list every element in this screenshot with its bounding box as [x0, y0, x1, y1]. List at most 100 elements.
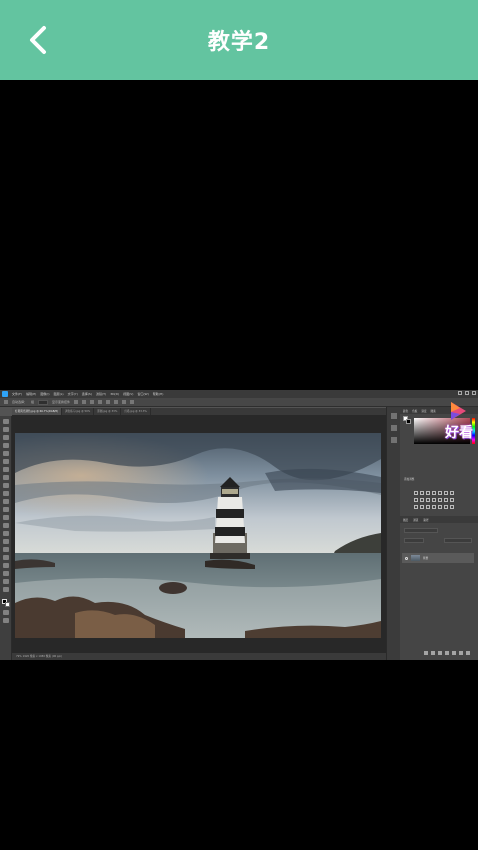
- align-middle-icon: [106, 400, 111, 404]
- ps-canvas-area: [12, 415, 386, 653]
- ps-menu-item: 图层(L): [53, 392, 64, 396]
- app-screen: 教学2 文件(F) 编辑(E) 图像(I) 图层(L) 文字(Y) 选择(S) …: [0, 0, 478, 850]
- brightness-icon: [414, 491, 418, 495]
- 3d-mode-icon: [130, 400, 135, 404]
- black-white-icon: [426, 498, 430, 502]
- adjustment-layer-icon: [445, 651, 449, 655]
- panel-tab: 图层: [403, 518, 409, 522]
- align-top-icon: [98, 400, 103, 404]
- type-tool-icon: [2, 547, 9, 552]
- zoom-tool-icon: [2, 579, 9, 584]
- hue-saturation-icon: [414, 498, 418, 502]
- lighthouse-seascape-image: [15, 433, 381, 638]
- ps-menu-item: 编辑(E): [26, 392, 37, 396]
- page-title: 教学2: [207, 30, 271, 55]
- levels-icon: [420, 491, 424, 495]
- adjustment-icons: [414, 491, 458, 509]
- trash-icon: [466, 651, 470, 655]
- play-logo-icon: [451, 402, 466, 420]
- align-right-icon: [90, 400, 95, 404]
- ps-menu-item: 视图(V): [123, 392, 134, 396]
- ps-status-bar: 79% 1920 像素 x 1080 像素 (96 ppi): [12, 653, 386, 660]
- ps-doc-tab: 灯塔.jpg @ 33.3%: [121, 408, 151, 415]
- brush-tool-icon: [2, 483, 9, 488]
- align-center-icon: [82, 400, 87, 404]
- layer-thumbnail: [411, 555, 420, 561]
- ps-doc-tab: 灯塔风光调色.jpg @ 66.7%(RGB/8): [12, 408, 63, 415]
- minimize-icon: [458, 391, 462, 395]
- eyedropper-tool-icon: [2, 467, 9, 472]
- auto-select-label: 自动选择：: [12, 400, 28, 404]
- maximize-icon: [465, 391, 469, 395]
- curves-icon: [426, 491, 430, 495]
- posterize-icon: [450, 498, 454, 502]
- pen-tool-icon: [2, 539, 9, 544]
- marquee-tool-icon: [2, 427, 9, 432]
- close-icon: [472, 391, 476, 395]
- layers-panel-tabs: 图层 通道 路径: [400, 516, 478, 523]
- screen-mode-icon: [2, 618, 9, 623]
- window-controls: [458, 391, 476, 395]
- layer-actions: [424, 651, 470, 655]
- link-icon: [424, 651, 428, 655]
- ps-doc-tab: 调色练习.jpg @ 50%: [62, 408, 95, 415]
- ps-tools-panel: [0, 416, 12, 660]
- clone-stamp-tool-icon: [2, 491, 9, 496]
- threshold-icon: [414, 505, 418, 509]
- eye-icon: [405, 556, 408, 560]
- exposure-icon: [432, 491, 436, 495]
- quick-select-tool-icon: [2, 443, 9, 448]
- history-brush-tool-icon: [2, 499, 9, 504]
- shadows-icon: [426, 505, 430, 509]
- distribute-icon: [122, 400, 127, 404]
- ps-document-tabs: 灯塔风光调色.jpg @ 66.7%(RGB/8) 调色练习.jpg @ 50%…: [12, 408, 386, 415]
- path-select-tool-icon: [2, 555, 9, 560]
- pattern-icon: [438, 505, 442, 509]
- background-color-swatch: [4, 602, 10, 607]
- hand-tool-icon: [2, 571, 9, 576]
- layer-row: 背景: [402, 553, 474, 563]
- haokan-watermark: 好看: [442, 400, 476, 446]
- panel-tab: 渐变: [421, 409, 427, 413]
- more-tools-icon: [2, 587, 9, 592]
- new-layer-icon: [459, 651, 463, 655]
- ps-menu-item: 窗口(W): [137, 392, 149, 396]
- auto-select-value: 组: [31, 400, 35, 404]
- move-tool-icon: [2, 419, 9, 424]
- ps-collapsed-panels: [386, 407, 400, 660]
- watermark-text: 好看: [445, 425, 473, 441]
- opacity-control: [444, 538, 472, 543]
- lasso-tool-icon: [2, 435, 9, 440]
- fx-icon: [431, 651, 435, 655]
- ps-menu-item: 选择(S): [81, 392, 93, 396]
- mask-icon: [438, 651, 442, 655]
- gradient-fill-icon: [444, 505, 448, 509]
- video-player[interactable]: 文件(F) 编辑(E) 图像(I) 图层(L) 文字(Y) 选择(S) 滤镜(T…: [0, 390, 478, 660]
- top-bar: 教学2: [0, 0, 478, 80]
- ps-menu-item: 滤镜(T): [96, 392, 107, 396]
- properties-panel-icon: [390, 425, 397, 431]
- ps-menu-item: 帮助(H): [152, 392, 164, 396]
- ps-menu-item: 3D(D): [110, 392, 120, 396]
- photo-filter-icon: [432, 498, 436, 502]
- color-balance-icon: [420, 498, 424, 502]
- ps-menu-item: 文字(Y): [67, 392, 78, 396]
- blend-mode-control: [404, 538, 424, 543]
- healing-brush-tool-icon: [2, 475, 9, 480]
- align-left-icon: [74, 400, 79, 404]
- panel-tab: 通道: [413, 518, 419, 522]
- selective-color-icon: [420, 505, 424, 509]
- move-tool-icon: [4, 400, 8, 404]
- lighthouse-photo: [15, 433, 381, 638]
- frame-tool-icon: [2, 459, 9, 464]
- color-swatch-mini: [403, 416, 411, 424]
- dodge-tool-icon: [2, 531, 9, 536]
- layer-filter-control: [404, 528, 438, 533]
- paragraph-panel-icon: [390, 437, 397, 443]
- desaturate-icon: [450, 505, 454, 509]
- adjustments-title: 添加调整: [404, 478, 415, 481]
- align-bottom-icon: [114, 400, 119, 404]
- gradient-tool-icon: [2, 515, 9, 520]
- vibrance-icon: [438, 491, 442, 495]
- photoshop-logo-icon: [2, 391, 8, 397]
